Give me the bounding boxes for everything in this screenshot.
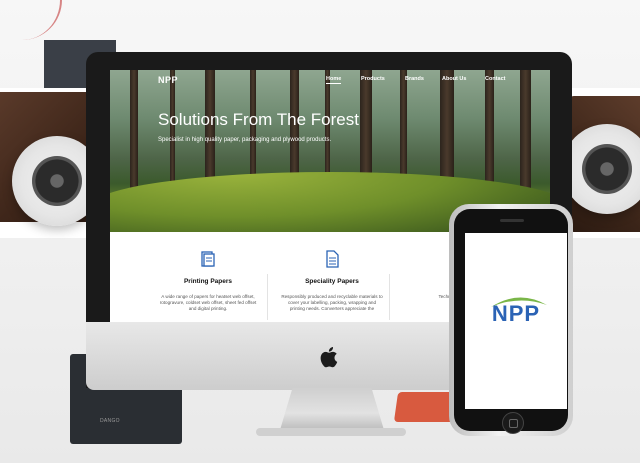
site-nav: NPP Home Products Brands About Us Contac… [110, 70, 550, 92]
feature-printing-papers[interactable]: Printing Papers A wide range of papers f… [148, 232, 268, 322]
hero-subtitle: Specialist in high quality paper, packag… [158, 137, 332, 143]
monitor-stand [280, 388, 384, 430]
home-button[interactable] [502, 412, 524, 434]
apple-logo-icon [320, 347, 338, 368]
nav-products[interactable]: Products [361, 76, 385, 82]
site-logo[interactable]: NPP [158, 75, 178, 85]
smartphone: NPP [449, 204, 573, 436]
nav-home[interactable]: Home [326, 76, 342, 84]
feature-divider [389, 274, 390, 320]
phone-npp-logo: NPP [491, 301, 541, 326]
phone-body: NPP [454, 209, 568, 434]
feature-text: A wide range of papers for heatset web o… [159, 294, 257, 311]
feature-title: Speciality Papers [305, 278, 359, 285]
desk-pad-label: DANGO [100, 418, 120, 424]
feature-speciality-papers[interactable]: Speciality Papers Responsibly produced a… [272, 232, 392, 322]
phone-screen: NPP [465, 233, 567, 409]
nav-brands[interactable]: Brands [405, 76, 424, 82]
feature-divider [267, 274, 268, 320]
feature-title: Printing Papers [183, 278, 233, 285]
cable [0, 0, 62, 40]
phone-earpiece [500, 219, 524, 222]
printing-paper-icon [201, 251, 215, 267]
monitor-stand-base [256, 428, 406, 436]
hero-title: Solutions From The Forest [158, 110, 359, 129]
nav-contact[interactable]: Contact [485, 76, 505, 82]
nav-about-us[interactable]: About Us [442, 76, 466, 82]
document-icon [326, 250, 339, 268]
feature-text: Responsibly produced and recyclable mate… [281, 294, 383, 311]
